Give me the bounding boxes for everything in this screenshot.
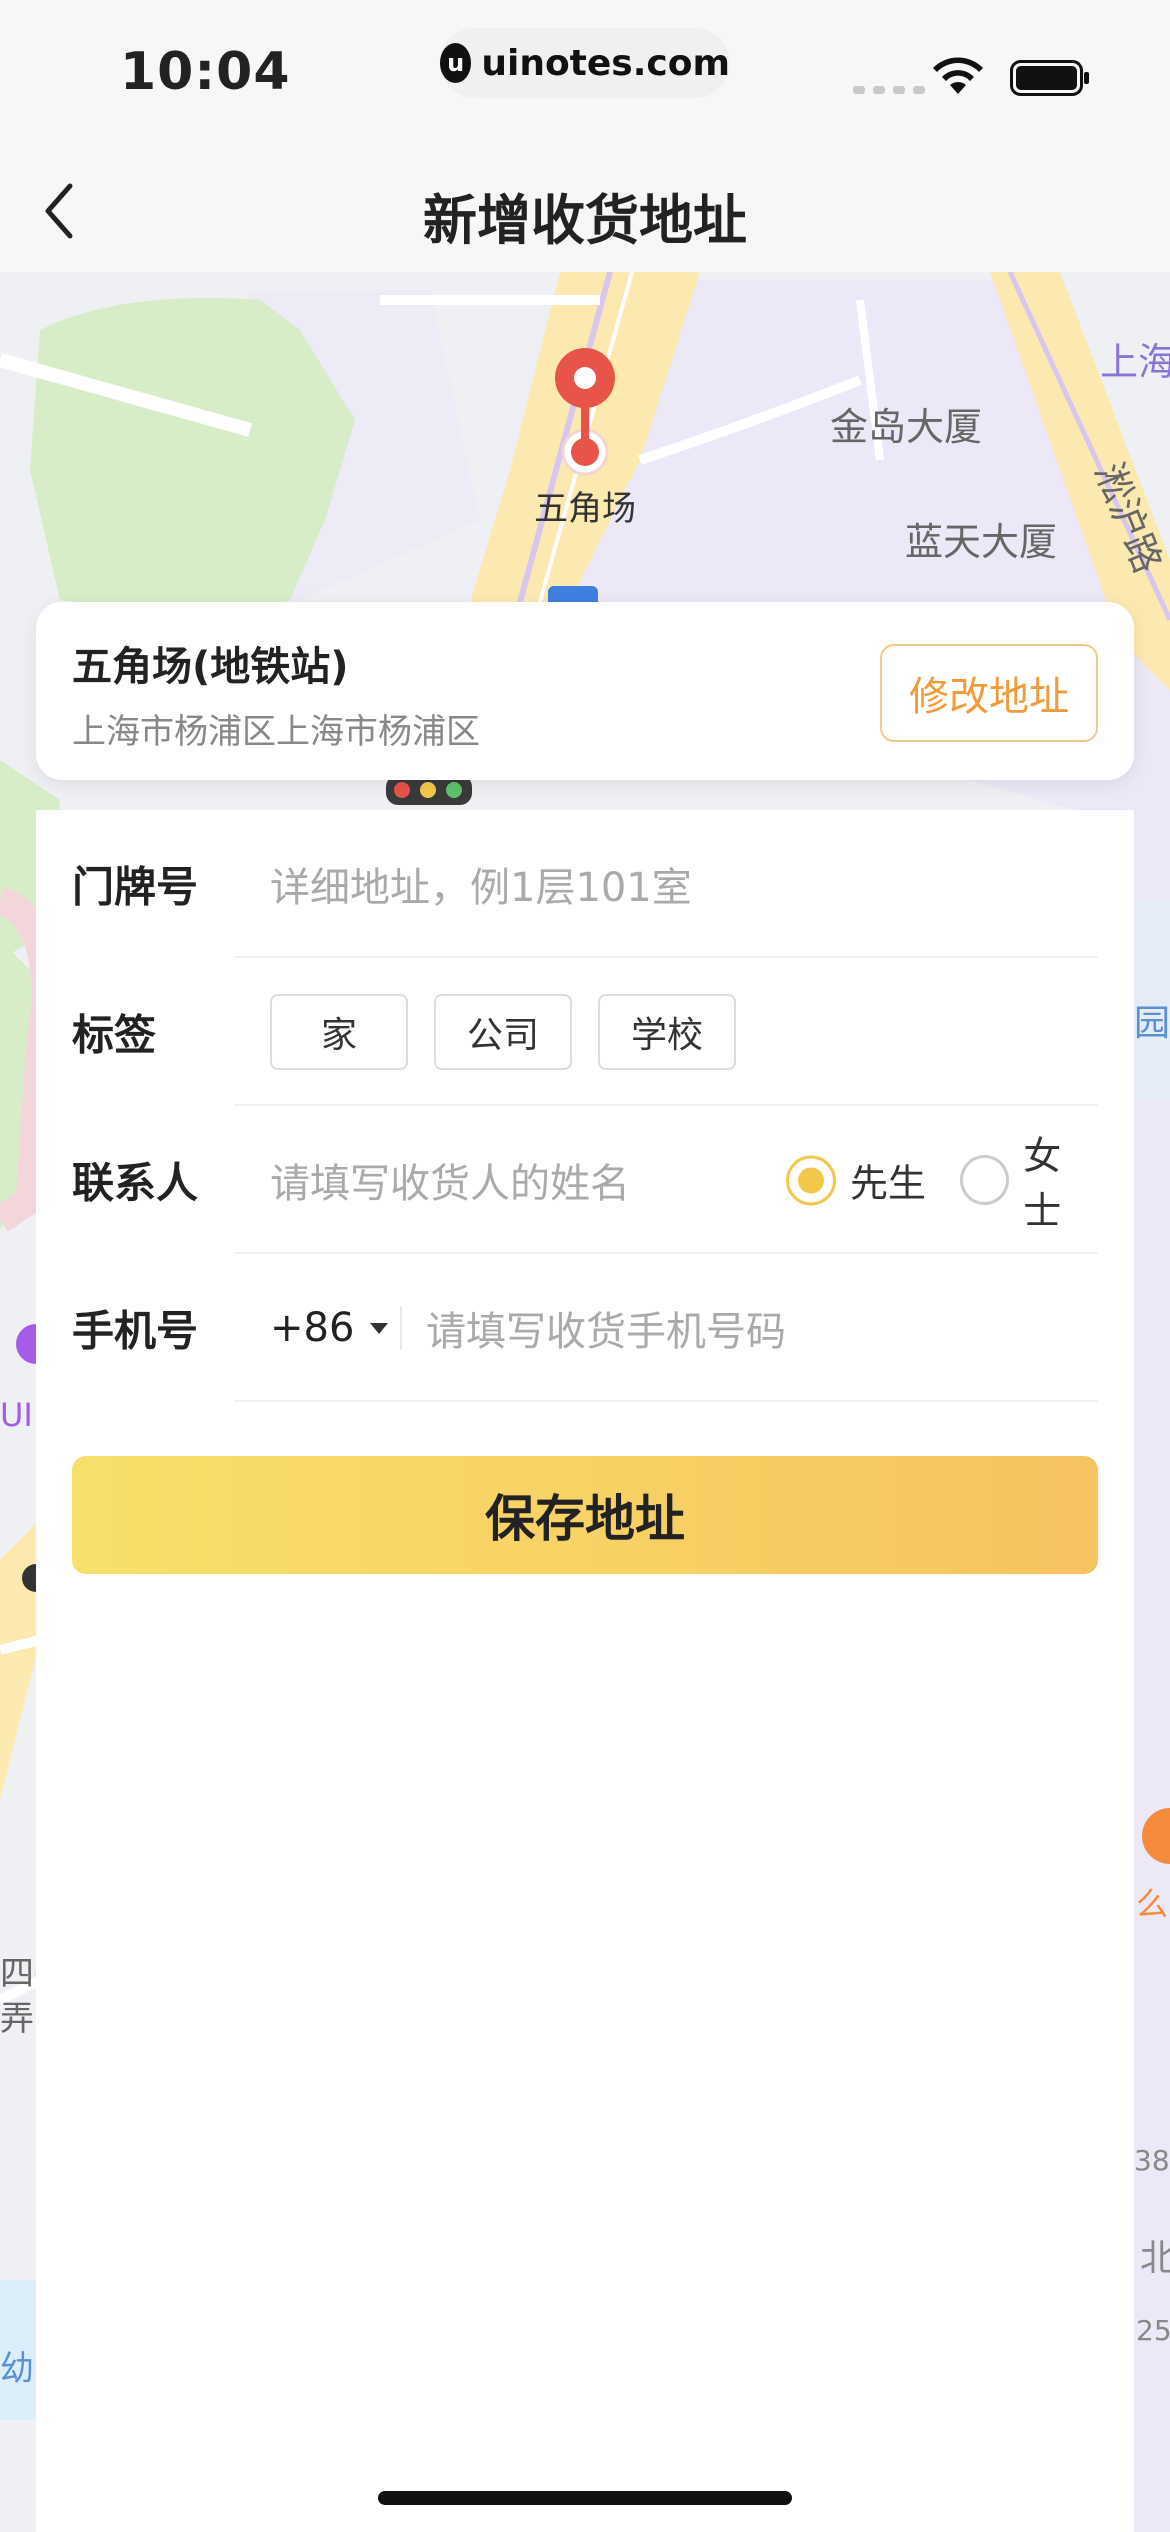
- map-label-pin: 五角场: [534, 489, 636, 529]
- map-label-shanghai: 上海: [1100, 340, 1170, 384]
- tag-company[interactable]: 公司: [434, 994, 572, 1070]
- caret-down-icon: [370, 1322, 389, 1334]
- gender-label-male: 先生: [850, 1161, 927, 1206]
- save-address-button[interactable]: 保存地址: [72, 1456, 1098, 1574]
- radio-unselected-icon: [960, 1155, 1010, 1205]
- map-label-nong: 弄: [0, 1999, 34, 2039]
- map-label-ui: UI: [0, 1396, 33, 1434]
- gender-label-female: 女士: [1023, 1134, 1062, 1233]
- address-card: 五角场(地铁站) 上海市杨浦区上海市杨浦区 修改地址: [36, 602, 1134, 780]
- status-bar: 10:04 u uinotes.com: [0, 0, 1170, 150]
- url-pill[interactable]: u uinotes.com: [440, 28, 730, 98]
- nav-bar: 新增收货地址: [0, 150, 1170, 272]
- map-label-you: 幼: [0, 2349, 34, 2389]
- contact-name-input[interactable]: 请填写收货人的姓名: [270, 1151, 630, 1209]
- phone-input[interactable]: 请填写收货手机号码: [426, 1299, 786, 1357]
- address-detail: 上海市杨浦区上海市杨浦区: [72, 712, 480, 752]
- country-code-select[interactable]: +86: [270, 1305, 389, 1351]
- address-name: 五角场(地铁站): [72, 644, 349, 690]
- door-number-input[interactable]: 详细地址，例1层101室: [270, 855, 692, 913]
- contact-label: 联系人: [72, 1158, 199, 1208]
- tags-row: 标签 家 公司 学校: [72, 958, 1098, 1106]
- gender-option-male[interactable]: 先生: [786, 1153, 926, 1208]
- phone-divider: [400, 1306, 402, 1350]
- country-code-value: +86: [270, 1305, 355, 1351]
- radio-selected-icon: [786, 1155, 836, 1205]
- map-label-25: 25: [1136, 2314, 1170, 2347]
- site-logo-icon: u: [440, 43, 472, 83]
- tags-label: 标签: [72, 1010, 157, 1060]
- edit-address-button[interactable]: 修改地址: [880, 644, 1098, 742]
- door-number-row: 门牌号 详细地址，例1层101室: [72, 810, 1098, 958]
- home-indicator[interactable]: [378, 2491, 792, 2505]
- address-form: 门牌号 详细地址，例1层101室 标签 家 公司 学校 联系人 请填写收货人的姓…: [36, 810, 1134, 2532]
- status-time: 10:04: [120, 42, 291, 102]
- page-title: 新增收货地址: [423, 189, 747, 252]
- map-label-bei: 北: [1140, 2238, 1170, 2279]
- battery-icon: [1010, 60, 1089, 96]
- door-number-label: 门牌号: [72, 862, 199, 912]
- row-divider: [234, 1400, 1098, 1402]
- map-label-me: 么: [1136, 1885, 1168, 1923]
- tag-school[interactable]: 学校: [598, 994, 736, 1070]
- map-label-38: 38: [1134, 2144, 1170, 2177]
- phone-row: 手机号 +86 请填写收货手机号码: [72, 1254, 1098, 1402]
- tag-home[interactable]: 家: [270, 994, 408, 1070]
- map-label-yuan: 园: [1134, 1003, 1170, 1044]
- gender-option-female[interactable]: 女士: [960, 1125, 1098, 1235]
- phone-label: 手机号: [72, 1306, 199, 1356]
- map-label-lantian: 蓝天大厦: [905, 520, 1057, 564]
- url-text: uinotes.com: [481, 42, 730, 84]
- cellular-signal-icon: [853, 86, 925, 94]
- map-label-jindao: 金岛大厦: [830, 405, 982, 449]
- contact-row: 联系人 请填写收货人的姓名 先生 女士: [72, 1106, 1098, 1254]
- wifi-icon: [933, 57, 983, 94]
